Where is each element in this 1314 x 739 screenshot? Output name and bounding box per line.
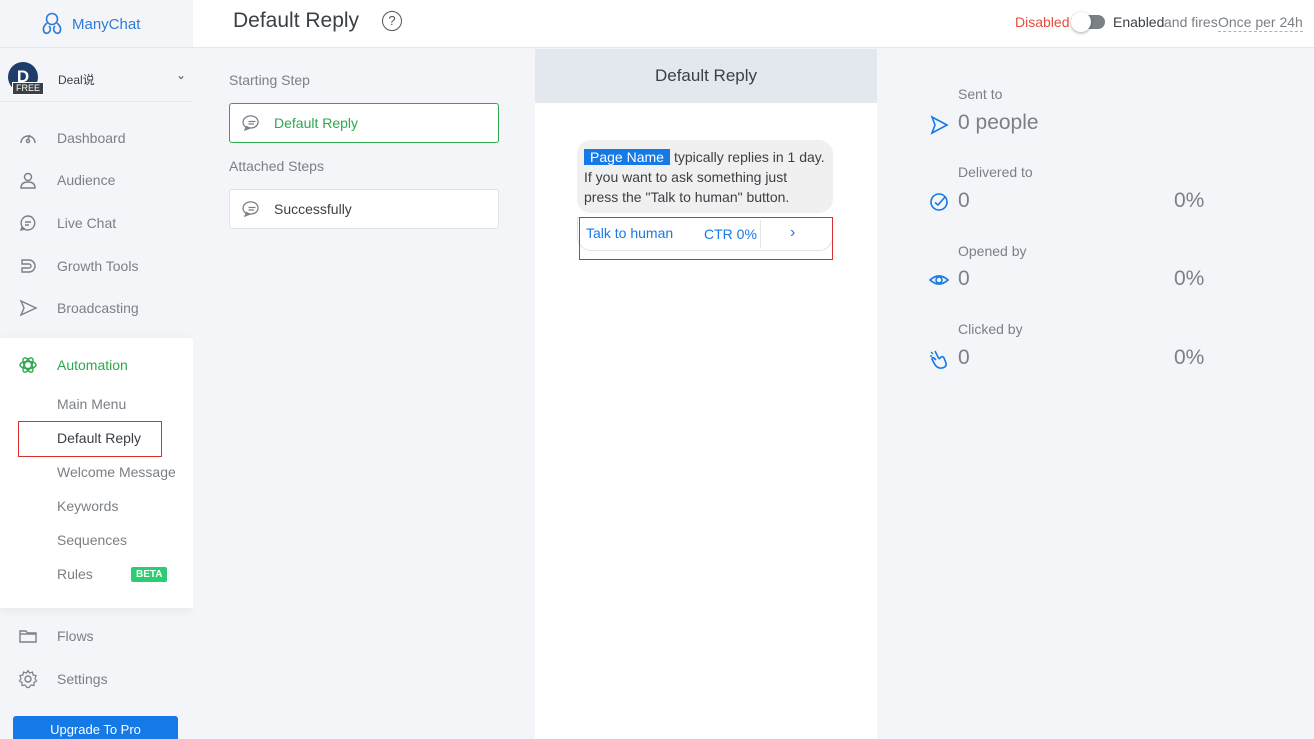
account-switcher[interactable]: D FREE Deal说 ⌄ bbox=[8, 62, 193, 95]
page-title: Default Reply bbox=[233, 9, 360, 32]
header: Default Reply ? Disabled Enabled and fir… bbox=[193, 0, 1314, 48]
sent-label: Sent to bbox=[958, 86, 1003, 102]
attached-step-card[interactable]: Successfully bbox=[229, 189, 499, 229]
selection-highlight bbox=[18, 421, 162, 457]
sidebar: ManyChat D FREE Deal说 ⌄ Dashboard Audien… bbox=[0, 0, 193, 739]
opened-value: 0 bbox=[958, 267, 970, 290]
chat-bubble-icon bbox=[17, 212, 39, 234]
nav-label: Broadcasting bbox=[57, 300, 139, 316]
manychat-logo-icon bbox=[42, 12, 62, 35]
dashboard-icon bbox=[17, 127, 39, 149]
nav-audience[interactable]: Audience bbox=[17, 167, 115, 193]
nav-growth-tools[interactable]: Growth Tools bbox=[17, 253, 138, 279]
account-name: Deal说 bbox=[58, 73, 95, 87]
nav-keywords[interactable]: Keywords bbox=[57, 498, 118, 514]
app-name: ManyChat bbox=[72, 15, 141, 33]
nav-label: Audience bbox=[57, 172, 116, 188]
steps-panel: Starting Step Default Reply Attached Ste… bbox=[193, 49, 535, 739]
delivered-percent: 0% bbox=[1174, 189, 1205, 212]
send-icon bbox=[930, 115, 949, 135]
message-preview: Default Reply Page Name typically replies… bbox=[535, 49, 877, 739]
help-icon[interactable]: ? bbox=[382, 11, 402, 31]
preview-title: Default Reply bbox=[535, 49, 877, 103]
nav-label: Live Chat bbox=[57, 215, 117, 231]
fire-frequency-dropdown[interactable]: Once per 24h bbox=[1218, 14, 1303, 32]
gear-icon bbox=[17, 668, 39, 690]
plan-badge: FREE bbox=[12, 82, 45, 95]
toggle-knob[interactable] bbox=[1071, 12, 1091, 32]
nav-dashboard[interactable]: Dashboard bbox=[17, 125, 126, 151]
selection-highlight bbox=[579, 217, 833, 260]
starting-step-label: Starting Step bbox=[229, 72, 310, 88]
attached-step-name: Successfully bbox=[274, 201, 352, 217]
delivered-value: 0 bbox=[958, 189, 970, 212]
upgrade-button[interactable]: Upgrade To Pro bbox=[13, 716, 178, 739]
nav-automation[interactable]: Automation bbox=[17, 352, 128, 378]
magnet-icon bbox=[17, 255, 39, 277]
stats-panel: Sent to 0 people Delivered to 0 0% Opene… bbox=[877, 49, 1314, 739]
beta-badge: BETA bbox=[131, 567, 168, 582]
logo[interactable]: ManyChat bbox=[38, 10, 140, 38]
nav-welcome-message[interactable]: Welcome Message bbox=[57, 464, 176, 480]
nav-label: Flows bbox=[57, 628, 94, 644]
nav-live-chat[interactable]: Live Chat bbox=[17, 210, 116, 236]
opened-percent: 0% bbox=[1174, 267, 1205, 290]
user-icon bbox=[17, 169, 39, 191]
nav-sequences[interactable]: Sequences bbox=[57, 532, 127, 548]
status-enabled-label: Enabled bbox=[1113, 14, 1165, 30]
message-text-2: If you want to ask something just press … bbox=[584, 169, 790, 205]
attached-steps-label: Attached Steps bbox=[229, 158, 324, 174]
clicked-percent: 0% bbox=[1174, 346, 1205, 369]
message-text-1: typically replies in 1 day. bbox=[673, 149, 825, 165]
nav-label: Growth Tools bbox=[57, 258, 139, 274]
pointer-hand-icon bbox=[930, 350, 947, 369]
starting-step-name: Default Reply bbox=[274, 115, 359, 131]
delivered-label: Delivered to bbox=[958, 164, 1033, 180]
chevron-down-icon: ⌄ bbox=[176, 68, 187, 82]
nav-label: Automation bbox=[57, 357, 128, 373]
nav-flows[interactable]: Flows bbox=[17, 623, 94, 649]
message-icon bbox=[242, 199, 262, 219]
send-icon bbox=[17, 297, 39, 319]
sent-value: 0 people bbox=[958, 111, 1039, 134]
message-bubble[interactable]: Page Name typically replies in 1 day. If … bbox=[577, 140, 833, 213]
nav-broadcasting[interactable]: Broadcasting bbox=[17, 295, 139, 321]
eye-icon bbox=[928, 275, 950, 285]
automation-icon bbox=[17, 354, 39, 376]
divider bbox=[0, 47, 193, 48]
fires-label: and fires bbox=[1164, 14, 1218, 30]
nav-settings[interactable]: Settings bbox=[17, 666, 108, 692]
nav-main-menu[interactable]: Main Menu bbox=[57, 396, 126, 412]
nav-label: Dashboard bbox=[57, 130, 126, 146]
nav-rules[interactable]: Rules bbox=[57, 566, 93, 582]
starting-step-card[interactable]: Default Reply bbox=[229, 103, 499, 143]
clicked-label: Clicked by bbox=[958, 321, 1023, 337]
page-name-chip: Page Name bbox=[584, 149, 670, 165]
clicked-value: 0 bbox=[958, 346, 970, 369]
nav-label: Settings bbox=[57, 671, 108, 687]
status-disabled-label: Disabled bbox=[1015, 14, 1070, 30]
folder-icon bbox=[17, 625, 39, 647]
divider bbox=[0, 101, 193, 102]
message-icon bbox=[242, 113, 262, 133]
opened-label: Opened by bbox=[958, 243, 1027, 259]
check-circle-icon bbox=[930, 193, 948, 211]
